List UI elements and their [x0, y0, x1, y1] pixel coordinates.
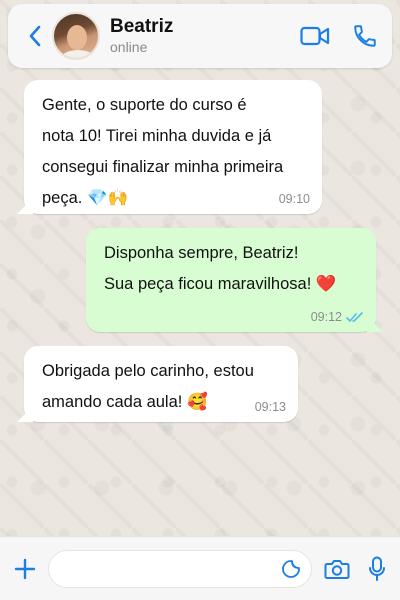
- read-receipt-icon: [346, 311, 363, 322]
- sticker-icon[interactable]: [281, 559, 301, 583]
- video-call-icon[interactable]: [300, 25, 330, 47]
- message-time: 09:12: [310, 310, 342, 324]
- message-composer: [0, 536, 400, 600]
- chat-header: Beatriz online: [8, 4, 392, 68]
- message-time: 09:10: [278, 192, 310, 206]
- message-line: Gente, o suporte do curso é: [42, 96, 247, 114]
- message-line: amando cada aula! 🥰: [42, 393, 208, 411]
- contact-status: online: [110, 39, 148, 55]
- voice-call-icon[interactable]: [352, 23, 378, 49]
- plus-icon[interactable]: [12, 556, 38, 582]
- message-time: 09:13: [254, 400, 286, 414]
- message-line: peça. 💎🙌: [42, 189, 129, 207]
- message-line: nota 10! Tirei minha duvida e já: [42, 127, 272, 145]
- camera-icon[interactable]: [324, 558, 350, 580]
- message-bubble-incoming[interactable]: Gente, o suporte do curso é nota 10! Tir…: [17, 80, 322, 214]
- contact-name: Beatriz: [110, 16, 174, 37]
- message-line: Disponha sempre, Beatriz!: [104, 244, 299, 262]
- message-input-box[interactable]: [48, 549, 312, 588]
- avatar[interactable]: [52, 12, 100, 60]
- message-line: consegui finalizar minha primeira: [42, 158, 284, 176]
- microphone-icon[interactable]: [368, 556, 386, 582]
- message-line: Obrigada pelo carinho, estou: [42, 362, 254, 380]
- message-line: Sua peça ficou maravilhosa! ❤️: [104, 275, 337, 293]
- message-meta: 09:12: [311, 310, 364, 324]
- contact-info[interactable]: Beatriz online: [110, 16, 173, 56]
- message-bubble-outgoing[interactable]: Disponha sempre, Beatriz! Sua peça ficou…: [86, 228, 383, 332]
- back-icon[interactable]: [22, 18, 48, 54]
- message-input[interactable]: [49, 550, 269, 587]
- message-bubble-incoming[interactable]: Obrigada pelo carinho, estou amando cada…: [17, 346, 298, 422]
